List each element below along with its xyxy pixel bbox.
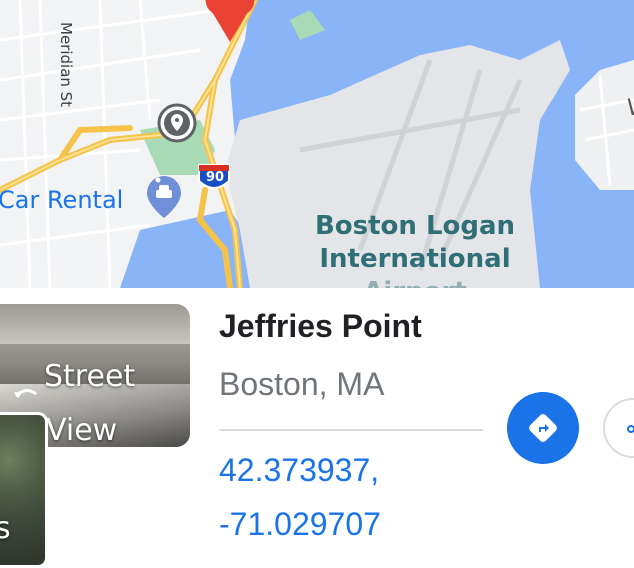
gray-place-marker-icon: [157, 103, 197, 143]
share-icon: [627, 425, 634, 433]
car-rental-icon: [147, 176, 181, 218]
poi-label-line: Boston Logan: [314, 211, 516, 241]
place-info-panel: Street View s Jeffries Point Boston, MA …: [0, 288, 634, 568]
coordinates-line2[interactable]: -71.029707: [219, 506, 381, 543]
garage-ceiling: [0, 304, 190, 344]
place-subtitle: Boston, MA: [219, 366, 385, 402]
business-label[interactable]: Car Rental: [0, 186, 123, 214]
satellite-thumbnail[interactable]: s: [0, 412, 48, 568]
divider: [219, 429, 483, 431]
street-view-rotate-icon: [12, 368, 40, 398]
place-title: Jeffries Point: [219, 308, 422, 344]
share-button[interactable]: [603, 398, 634, 458]
directions-icon: [529, 414, 557, 442]
poi-label-airport[interactable]: Boston Logan International Airport: [300, 210, 530, 288]
poi-label-line: Airport: [300, 276, 530, 288]
satellite-label: s: [0, 511, 11, 546]
directions-button[interactable]: [507, 392, 579, 464]
highway-shield-number: 90: [205, 170, 225, 185]
map-view[interactable]: Meridian St Car Rental 90 Boston Logan I…: [0, 0, 634, 288]
poi-label-line: International: [319, 244, 511, 274]
street-view-label-line1: Street: [44, 359, 136, 394]
map-edge-letter: W: [627, 96, 634, 121]
street-label: Meridian St: [57, 22, 75, 108]
coordinates-line1[interactable]: 42.373937,: [219, 452, 379, 489]
